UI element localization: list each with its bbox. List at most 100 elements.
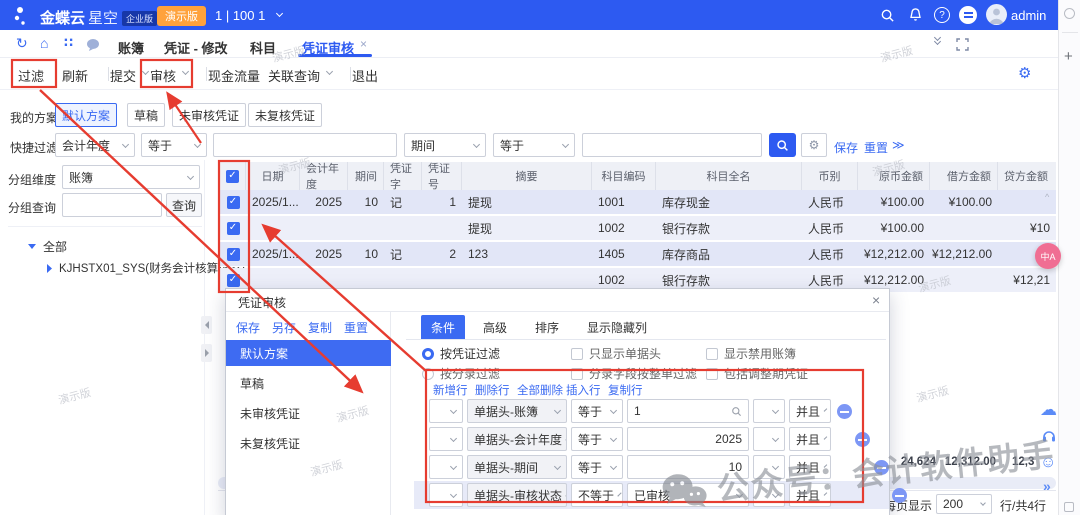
dialog-reset-link[interactable]: 重置: [344, 319, 368, 336]
dialog-save-link[interactable]: 保存: [236, 319, 260, 336]
group-search-button[interactable]: 查询: [166, 193, 202, 217]
filter4-logic-select[interactable]: 并且: [789, 483, 831, 507]
delete-all-link[interactable]: 全部删除: [517, 382, 563, 398]
tree-item-all[interactable]: 全部: [28, 238, 67, 255]
dialog-tab-condition[interactable]: 条件: [421, 315, 465, 339]
filter3-logic-select[interactable]: 并且: [789, 455, 831, 479]
cashflow-button[interactable]: 现金流量: [208, 66, 260, 85]
filter2-value-input[interactable]: 2025: [627, 427, 749, 451]
dialog-close-icon[interactable]: ×: [872, 292, 880, 308]
splitter-collapse-left-icon[interactable]: [201, 316, 212, 334]
dialog-tab-sort[interactable]: 排序: [525, 315, 569, 339]
group-search-input[interactable]: [62, 193, 162, 217]
tree-collapsed-icon[interactable]: [46, 264, 52, 273]
quick-filter-settings-button[interactable]: ⚙: [801, 133, 827, 157]
splitter-collapse-right-icon[interactable]: [201, 344, 212, 362]
table-row[interactable]: ✓ 2025/1... 2025 10 记 2 123 1405 库存商品 人民…: [220, 242, 1056, 267]
dialog-tab-columns[interactable]: 显示隐藏列: [577, 315, 657, 339]
filter2-remove-icon[interactable]: [855, 432, 870, 447]
quick-filter-value2-input[interactable]: [582, 133, 762, 157]
filter3-field-select[interactable]: 单据头-期间: [467, 455, 567, 479]
collapse-tabs-icon[interactable]: [930, 37, 940, 44]
scheme-unreviewed-button[interactable]: 未复核凭证: [248, 103, 322, 127]
translate-floating-button[interactable]: 中A: [1035, 243, 1061, 269]
col-header-orig-amount[interactable]: 原币金额: [858, 162, 930, 190]
quick-filter-op1-select[interactable]: 等于: [141, 133, 207, 157]
checkbox-entry-whole[interactable]: 分录字段按整单过滤: [571, 365, 697, 382]
cloud-icon[interactable]: ☁: [1040, 400, 1057, 420]
help-icon[interactable]: ?: [934, 7, 950, 23]
row-checkbox[interactable]: ✓: [220, 216, 246, 240]
lookup-magnifier-icon[interactable]: [731, 406, 742, 417]
dialog-scheme-draft[interactable]: 草稿: [226, 370, 391, 396]
reset-scheme-link[interactable]: 重置: [864, 139, 888, 156]
bell-icon[interactable]: [908, 7, 923, 23]
filter1-op-select[interactable]: 等于: [571, 399, 623, 423]
group-dimension-select[interactable]: 账簿: [62, 165, 200, 189]
more-filters-chevron-icon[interactable]: ≫: [892, 138, 905, 152]
col-header-debit[interactable]: 借方金额: [930, 162, 998, 190]
message-icon[interactable]: [86, 38, 100, 51]
scheme-draft-button[interactable]: 草稿: [127, 103, 165, 127]
filter4-extra-select[interactable]: [753, 483, 785, 507]
refresh-button[interactable]: 刷新: [62, 66, 88, 85]
submit-button[interactable]: 提交: [110, 66, 136, 85]
insert-row-link[interactable]: 插入行: [566, 382, 601, 398]
username[interactable]: admin: [1011, 8, 1046, 23]
filter4-value-select[interactable]: 已审核: [627, 483, 749, 507]
dialog-save-as-link[interactable]: 另存: [272, 319, 296, 336]
filter3-bracket-select[interactable]: [429, 455, 463, 479]
tree-item-book[interactable]: KJHSTX01_SYS(财务会计核算体系): [46, 260, 245, 276]
org-switcher[interactable]: 1 | 100 1: [215, 8, 265, 23]
minimize-menu-icon[interactable]: [959, 6, 977, 24]
home-icon[interactable]: ⌂: [40, 35, 48, 51]
filter2-field-select[interactable]: 单据头-会计年度: [467, 427, 567, 451]
fullscreen-icon[interactable]: [956, 38, 969, 51]
dialog-copy-link[interactable]: 复制: [308, 319, 332, 336]
filter2-logic-select[interactable]: 并且: [789, 427, 831, 451]
filter1-remove-icon[interactable]: [837, 404, 852, 419]
grid-scrollbar-up-icon[interactable]: ^: [1045, 192, 1049, 202]
col-header-period[interactable]: 期间: [348, 162, 384, 190]
filter3-extra-select[interactable]: [753, 455, 785, 479]
audit-button[interactable]: 审核: [150, 66, 176, 85]
dialog-scheme-default[interactable]: 默认方案: [226, 340, 391, 366]
row-checkbox[interactable]: ✓: [220, 242, 246, 266]
headset-support-icon[interactable]: [1041, 428, 1057, 444]
copy-row-link[interactable]: 复制行: [608, 382, 643, 398]
feedback-smiley-icon[interactable]: ☺: [1040, 454, 1056, 472]
radio-filter-by-entry[interactable]: 按分录过滤: [422, 365, 500, 382]
collapse-widgets-icon[interactable]: »: [1043, 478, 1051, 494]
filter3-op-select[interactable]: 等于: [571, 455, 623, 479]
col-header-acct-code[interactable]: 科目编码: [592, 162, 656, 190]
col-header-date[interactable]: 日期: [246, 162, 300, 190]
radio-filter-by-voucher[interactable]: 按凭证过滤: [422, 345, 500, 362]
per-page-select[interactable]: 200: [936, 494, 992, 514]
col-header-summary[interactable]: 摘要: [462, 162, 592, 190]
quick-filter-field1-select[interactable]: 会计年度: [55, 133, 135, 157]
table-row[interactable]: ✓ 2025/1... 2025 10 记 1 提现 1001 库存现金 人民币…: [220, 190, 1056, 215]
table-row[interactable]: ✓ 提现 1002 银行存款 人民币 ¥100.00 ¥10: [220, 216, 1056, 241]
tree-expand-icon[interactable]: [28, 243, 36, 250]
col-header-no[interactable]: 凭证号: [422, 162, 462, 190]
side-panel-clip-icon[interactable]: [1064, 502, 1074, 512]
filter2-extra-select[interactable]: [753, 427, 785, 451]
quick-search-button[interactable]: [769, 133, 796, 157]
avatar[interactable]: [986, 4, 1007, 25]
filter3-remove-icon[interactable]: [874, 460, 889, 475]
delete-row-link[interactable]: 删除行: [475, 382, 510, 398]
filter-button[interactable]: 过滤: [18, 66, 44, 85]
tab-voucher-modify[interactable]: 凭证 - 修改: [164, 38, 228, 57]
filter4-op-select[interactable]: 不等于: [571, 483, 623, 507]
filter1-value-lookup[interactable]: 1: [627, 399, 749, 423]
save-scheme-link[interactable]: 保存: [834, 139, 858, 156]
quick-filter-field2-select[interactable]: 期间: [404, 133, 486, 157]
col-header-currency[interactable]: 币别: [802, 162, 858, 190]
scheme-default-button[interactable]: 默认方案: [55, 103, 117, 127]
exit-button[interactable]: 退出: [352, 66, 378, 85]
filter1-bracket-select[interactable]: [429, 399, 463, 423]
filter2-bracket-select[interactable]: [429, 427, 463, 451]
checkbox-header-only[interactable]: 只显示单据头: [571, 345, 661, 362]
quick-filter-op2-select[interactable]: 等于: [493, 133, 575, 157]
dialog-scheme-unreviewed[interactable]: 未复核凭证: [226, 430, 391, 456]
